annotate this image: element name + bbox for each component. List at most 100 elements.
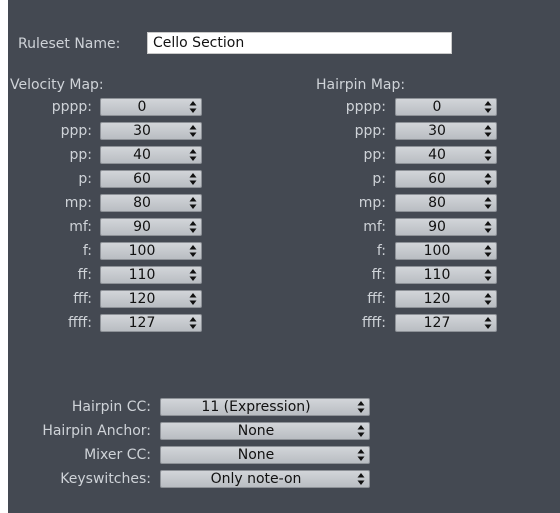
up-down-chevron-icon[interactable] xyxy=(189,244,197,258)
velocity-map-row-value: 90 xyxy=(133,219,151,235)
up-down-chevron-icon[interactable] xyxy=(189,100,197,114)
velocity-map-row-stepper[interactable]: 120 xyxy=(100,290,202,308)
velocity-map-row-value: 30 xyxy=(133,123,151,139)
hairpin-map-row-label: f: xyxy=(376,243,386,259)
velocity-map-row-value: 0 xyxy=(137,99,147,115)
velocity-map-row-label: ppp: xyxy=(60,123,92,139)
hairpin-map-row-value: 80 xyxy=(428,195,446,211)
up-down-chevron-icon[interactable] xyxy=(357,400,365,414)
velocity-map-row-value: 40 xyxy=(133,147,151,163)
velocity-map-row-stepper[interactable]: 0 xyxy=(100,98,202,116)
hairpin-map-row-value: 40 xyxy=(428,147,446,163)
hairpin-map-row-label: pppp: xyxy=(345,99,386,115)
setting-row-value: 11 (Expression) xyxy=(201,399,311,415)
setting-row-label: Hairpin Anchor: xyxy=(42,423,151,439)
velocity-map-row-stepper[interactable]: 30 xyxy=(100,122,202,140)
up-down-chevron-icon[interactable] xyxy=(484,100,492,114)
velocity-map-row-stepper[interactable]: 60 xyxy=(100,170,202,188)
up-down-chevron-icon[interactable] xyxy=(484,196,492,210)
up-down-chevron-icon[interactable] xyxy=(484,124,492,138)
hairpin-map-row-value: 0 xyxy=(432,99,442,115)
setting-row-label: Keyswitches: xyxy=(60,471,151,487)
hairpin-map-row-stepper[interactable]: 60 xyxy=(395,170,497,188)
velocity-map-title: Velocity Map: xyxy=(10,77,104,93)
setting-row-value: None xyxy=(237,447,275,463)
up-down-chevron-icon[interactable] xyxy=(189,268,197,282)
hairpin-map-row-value: 100 xyxy=(423,243,451,259)
hairpin-map-row-label: ffff: xyxy=(361,315,386,331)
velocity-map-row-value: 120 xyxy=(128,291,156,307)
setting-row-value: Only note-on xyxy=(210,471,302,487)
velocity-map-row-label: ffff: xyxy=(67,315,92,331)
up-down-chevron-icon[interactable] xyxy=(189,316,197,330)
up-down-chevron-icon[interactable] xyxy=(357,448,365,462)
velocity-map-row-value: 127 xyxy=(128,315,156,331)
setting-row-label: Mixer CC: xyxy=(84,447,151,463)
velocity-map-row-value: 100 xyxy=(128,243,156,259)
up-down-chevron-icon[interactable] xyxy=(357,472,365,486)
hairpin-map-row-label: mp: xyxy=(358,195,386,211)
setting-row-label: Hairpin CC: xyxy=(71,399,151,415)
hairpin-map-row-value: 60 xyxy=(428,171,446,187)
velocity-map-row-label: mp: xyxy=(64,195,92,211)
up-down-chevron-icon[interactable] xyxy=(189,220,197,234)
setting-row-stepper[interactable]: None xyxy=(160,446,370,464)
hairpin-map-row-stepper[interactable]: 100 xyxy=(395,242,497,260)
hairpin-map-row-stepper[interactable]: 127 xyxy=(395,314,497,332)
up-down-chevron-icon[interactable] xyxy=(189,196,197,210)
hairpin-map-row-stepper[interactable]: 40 xyxy=(395,146,497,164)
setting-row-value: None xyxy=(237,423,275,439)
velocity-map-row-label: ff: xyxy=(77,267,92,283)
hairpin-map-row-label: ppp: xyxy=(354,123,386,139)
ruleset-name-label: Ruleset Name: xyxy=(18,36,121,52)
up-down-chevron-icon[interactable] xyxy=(189,148,197,162)
hairpin-map-row-stepper[interactable]: 110 xyxy=(395,266,497,284)
velocity-map-row-value: 60 xyxy=(133,171,151,187)
setting-row-stepper[interactable]: None xyxy=(160,422,370,440)
ruleset-name-field[interactable]: Cello Section xyxy=(147,32,452,54)
up-down-chevron-icon[interactable] xyxy=(189,172,197,186)
hairpin-map-row-value: 127 xyxy=(423,315,451,331)
hairpin-map-row-value: 90 xyxy=(428,219,446,235)
velocity-map-row-label: p: xyxy=(78,171,92,187)
velocity-map-row-value: 80 xyxy=(133,195,151,211)
hairpin-map-title: Hairpin Map: xyxy=(316,77,406,93)
hairpin-map-row-stepper[interactable]: 120 xyxy=(395,290,497,308)
hairpin-map-row-stepper[interactable]: 80 xyxy=(395,194,497,212)
up-down-chevron-icon[interactable] xyxy=(484,268,492,282)
velocity-map-row-value: 110 xyxy=(128,267,156,283)
hairpin-map-row-label: p: xyxy=(372,171,386,187)
hairpin-map-row-value: 120 xyxy=(423,291,451,307)
velocity-map-row-stepper[interactable]: 90 xyxy=(100,218,202,236)
setting-row-stepper[interactable]: Only note-on xyxy=(160,470,370,488)
up-down-chevron-icon[interactable] xyxy=(484,220,492,234)
hairpin-map-row-stepper[interactable]: 30 xyxy=(395,122,497,140)
ruleset-editor-panel: Ruleset Name: Cello Section Velocity Map… xyxy=(8,0,560,513)
velocity-map-row-stepper[interactable]: 40 xyxy=(100,146,202,164)
hairpin-map-row-value: 30 xyxy=(428,123,446,139)
up-down-chevron-icon[interactable] xyxy=(189,292,197,306)
hairpin-map-row-value: 110 xyxy=(423,267,451,283)
velocity-map-row-stepper[interactable]: 110 xyxy=(100,266,202,284)
velocity-map-row-stepper[interactable]: 127 xyxy=(100,314,202,332)
velocity-map-row-label: f: xyxy=(82,243,92,259)
velocity-map-row-label: pppp: xyxy=(51,99,92,115)
up-down-chevron-icon[interactable] xyxy=(484,316,492,330)
velocity-map-row-label: mf: xyxy=(69,219,92,235)
velocity-map-row-stepper[interactable]: 80 xyxy=(100,194,202,212)
velocity-map-row-label: pp: xyxy=(69,147,93,163)
hairpin-map-row-label: pp: xyxy=(363,147,387,163)
up-down-chevron-icon[interactable] xyxy=(484,292,492,306)
hairpin-map-row-stepper[interactable]: 90 xyxy=(395,218,497,236)
setting-row-stepper[interactable]: 11 (Expression) xyxy=(160,398,370,416)
up-down-chevron-icon[interactable] xyxy=(484,148,492,162)
hairpin-map-row-stepper[interactable]: 0 xyxy=(395,98,497,116)
velocity-map-row-stepper[interactable]: 100 xyxy=(100,242,202,260)
hairpin-map-row-label: fff: xyxy=(367,291,386,307)
up-down-chevron-icon[interactable] xyxy=(484,172,492,186)
up-down-chevron-icon[interactable] xyxy=(357,424,365,438)
velocity-map-row-label: fff: xyxy=(73,291,92,307)
up-down-chevron-icon[interactable] xyxy=(189,124,197,138)
hairpin-map-row-label: ff: xyxy=(371,267,386,283)
up-down-chevron-icon[interactable] xyxy=(484,244,492,258)
